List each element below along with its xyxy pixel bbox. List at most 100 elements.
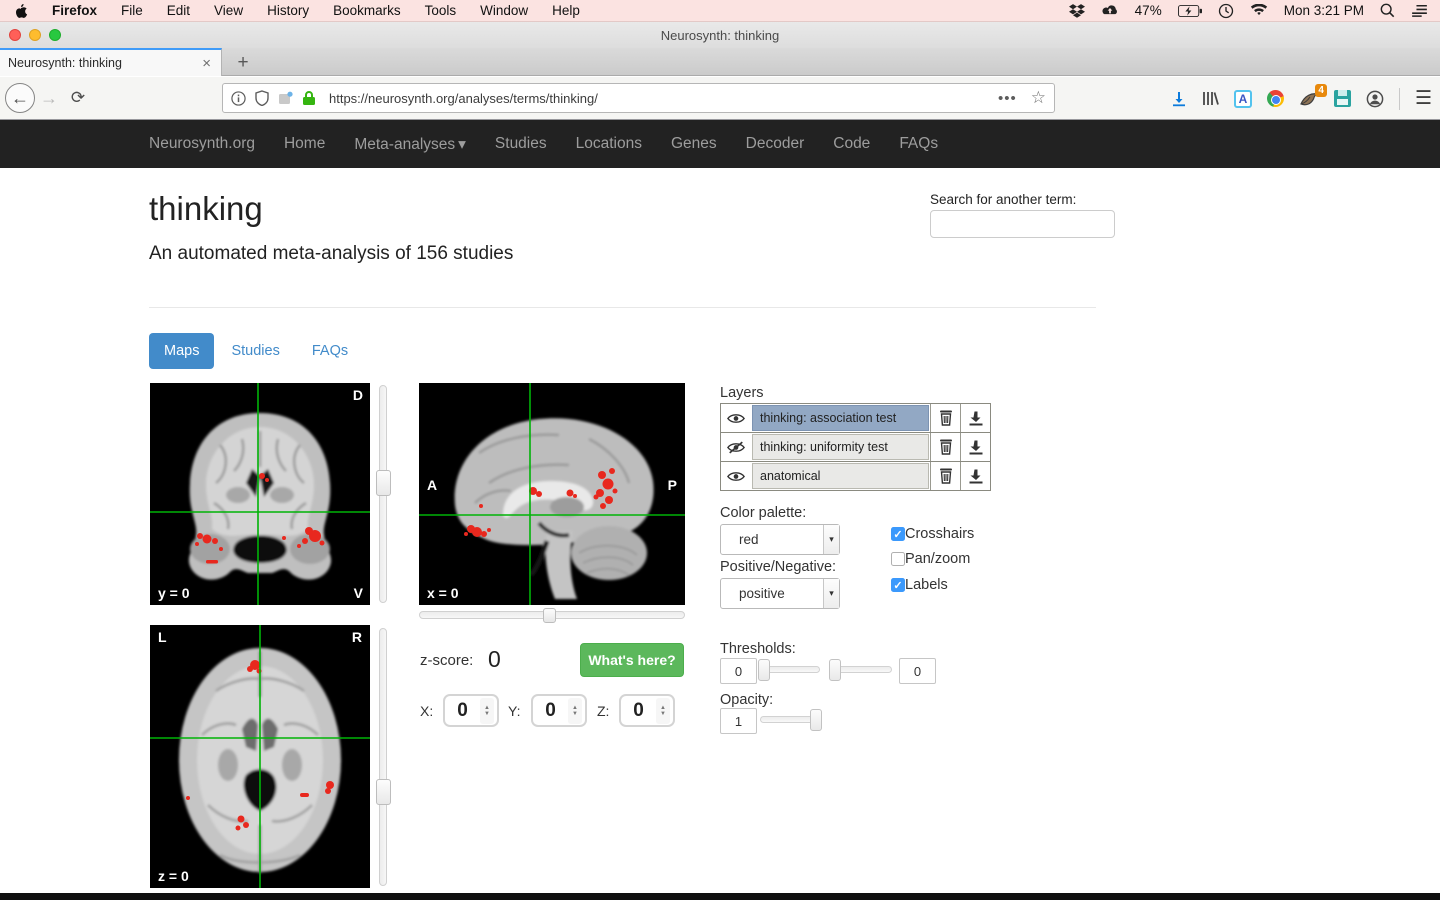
- coord-y-stepper[interactable]: ▲▼: [568, 698, 582, 724]
- opacity-input[interactable]: 1: [720, 708, 757, 734]
- layer-name[interactable]: thinking: uniformity test: [752, 434, 929, 460]
- coronal-slice-slider[interactable]: [379, 385, 387, 603]
- crosshairs-checkbox-row[interactable]: ✓ Crosshairs: [891, 526, 974, 542]
- eye-icon[interactable]: [721, 404, 751, 432]
- tab-studies[interactable]: Studies: [216, 333, 294, 369]
- color-palette-select[interactable]: red ▾: [720, 524, 840, 555]
- opacity-slider[interactable]: [760, 716, 822, 723]
- tracking-protection-shield-icon[interactable]: [255, 90, 269, 106]
- notification-center-icon[interactable]: [1411, 4, 1428, 17]
- tab-faqs[interactable]: FAQs: [297, 333, 363, 369]
- download-layer-icon[interactable]: [960, 462, 990, 490]
- menubar-app-name[interactable]: Firefox: [52, 3, 97, 18]
- threshold-max-input[interactable]: 0: [899, 658, 936, 684]
- extension-permission-icon[interactable]: [278, 91, 293, 105]
- trash-icon[interactable]: [930, 404, 960, 432]
- opacity-handle[interactable]: [810, 709, 822, 731]
- download-layer-icon[interactable]: [960, 433, 990, 461]
- layer-name[interactable]: anatomical: [752, 463, 929, 489]
- spotlight-search-icon[interactable]: [1380, 3, 1395, 18]
- time-machine-icon[interactable]: [1218, 3, 1234, 19]
- tab-maps[interactable]: Maps: [149, 333, 214, 369]
- clock-time[interactable]: Mon 3:21 PM: [1284, 3, 1364, 18]
- nav-genes[interactable]: Genes: [671, 135, 717, 153]
- notes-extension-icon[interactable]: 4: [1299, 91, 1319, 107]
- page-info-icon[interactable]: [231, 91, 246, 106]
- menubar-item-window[interactable]: Window: [480, 3, 528, 18]
- save-extension-icon[interactable]: [1334, 90, 1351, 107]
- labels-checkbox[interactable]: ✓: [891, 578, 905, 592]
- eye-slash-icon[interactable]: [721, 433, 751, 461]
- site-brand[interactable]: Neurosynth.org: [149, 135, 255, 153]
- nav-decoder[interactable]: Decoder: [746, 135, 805, 153]
- menubar-item-history[interactable]: History: [267, 3, 309, 18]
- axial-view-canvas[interactable]: L R z = 0: [150, 625, 370, 888]
- menubar-item-help[interactable]: Help: [552, 3, 580, 18]
- coord-z-stepper[interactable]: ▲▼: [656, 698, 670, 724]
- nav-locations[interactable]: Locations: [576, 135, 642, 153]
- axial-slider-handle[interactable]: [376, 779, 391, 805]
- whats-here-button[interactable]: What's here?: [580, 643, 684, 677]
- labels-checkbox-row[interactable]: ✓ Labels: [891, 577, 948, 593]
- reload-button[interactable]: ⟳: [63, 88, 93, 108]
- url-text[interactable]: https://neurosynth.org/analyses/terms/th…: [329, 91, 998, 106]
- sagittal-view-canvas[interactable]: A P x = 0: [419, 383, 685, 605]
- download-layer-icon[interactable]: [960, 404, 990, 432]
- coord-x-input[interactable]: 0 ▲▼: [443, 694, 499, 727]
- threshold-min-handle[interactable]: [758, 659, 770, 681]
- https-lock-icon[interactable]: [302, 90, 316, 106]
- panzoom-checkbox[interactable]: ✓: [891, 552, 905, 566]
- coronal-slider-handle[interactable]: [376, 470, 391, 496]
- forward-button[interactable]: →: [35, 88, 63, 109]
- crosshairs-checkbox[interactable]: ✓: [891, 527, 905, 541]
- battery-icon[interactable]: [1178, 5, 1202, 17]
- url-bar[interactable]: https://neurosynth.org/analyses/terms/th…: [222, 83, 1055, 113]
- browser-tab[interactable]: Neurosynth: thinking ×: [0, 48, 222, 76]
- menubar-item-file[interactable]: File: [121, 3, 143, 18]
- nav-home[interactable]: Home: [284, 135, 325, 153]
- menubar-item-tools[interactable]: Tools: [425, 3, 457, 18]
- downloads-icon[interactable]: [1171, 91, 1187, 107]
- coord-y-input[interactable]: 0 ▲▼: [531, 694, 587, 727]
- menubar-item-bookmarks[interactable]: Bookmarks: [333, 3, 401, 18]
- menubar-item-view[interactable]: View: [214, 3, 243, 18]
- wifi-icon[interactable]: [1250, 4, 1268, 17]
- threshold-min-input[interactable]: 0: [720, 658, 757, 684]
- threshold-max-slider[interactable]: [829, 666, 892, 673]
- eye-icon[interactable]: [721, 462, 751, 490]
- coord-z-input[interactable]: 0 ▲▼: [619, 694, 675, 727]
- select-caret-icon[interactable]: ▾: [823, 579, 839, 608]
- dropbox-icon[interactable]: [1069, 3, 1085, 18]
- app-menu-icon[interactable]: ☰: [1415, 87, 1432, 110]
- search-term-input[interactable]: [930, 210, 1115, 238]
- new-tab-button[interactable]: +: [230, 50, 256, 75]
- layer-name[interactable]: thinking: association test: [752, 405, 929, 431]
- panzoom-checkbox-row[interactable]: ✓ Pan/zoom: [891, 551, 970, 567]
- bookmark-star-icon[interactable]: ☆: [1031, 88, 1046, 108]
- trash-icon[interactable]: [930, 433, 960, 461]
- nav-faqs[interactable]: FAQs: [899, 135, 938, 153]
- apple-menu-icon[interactable]: [14, 3, 28, 19]
- library-icon[interactable]: [1202, 90, 1219, 107]
- chrome-extension-icon[interactable]: [1267, 90, 1284, 107]
- threshold-min-slider[interactable]: [758, 666, 820, 673]
- extension-a-icon[interactable]: A: [1234, 90, 1252, 108]
- sagittal-slider-handle[interactable]: [543, 608, 556, 623]
- axial-slice-slider[interactable]: [379, 628, 387, 886]
- account-profile-icon[interactable]: [1366, 90, 1384, 108]
- trash-icon[interactable]: [930, 462, 960, 490]
- tab-close-icon[interactable]: ×: [200, 56, 213, 71]
- nav-code[interactable]: Code: [833, 135, 870, 153]
- page-actions-icon[interactable]: •••: [998, 90, 1017, 107]
- sagittal-slice-slider[interactable]: [419, 611, 685, 619]
- posneg-select[interactable]: positive ▾: [720, 578, 840, 609]
- back-button[interactable]: ←: [5, 83, 35, 113]
- menubar-item-edit[interactable]: Edit: [167, 3, 190, 18]
- coronal-view-canvas[interactable]: D V y = 0: [150, 383, 370, 605]
- nav-studies[interactable]: Studies: [495, 135, 547, 153]
- coord-x-stepper[interactable]: ▲▼: [480, 698, 494, 724]
- cloud-sync-icon[interactable]: [1101, 4, 1119, 17]
- select-caret-icon[interactable]: ▾: [823, 525, 839, 554]
- nav-meta-analyses[interactable]: Meta-analyses▾: [354, 135, 466, 154]
- threshold-max-handle[interactable]: [829, 659, 841, 681]
